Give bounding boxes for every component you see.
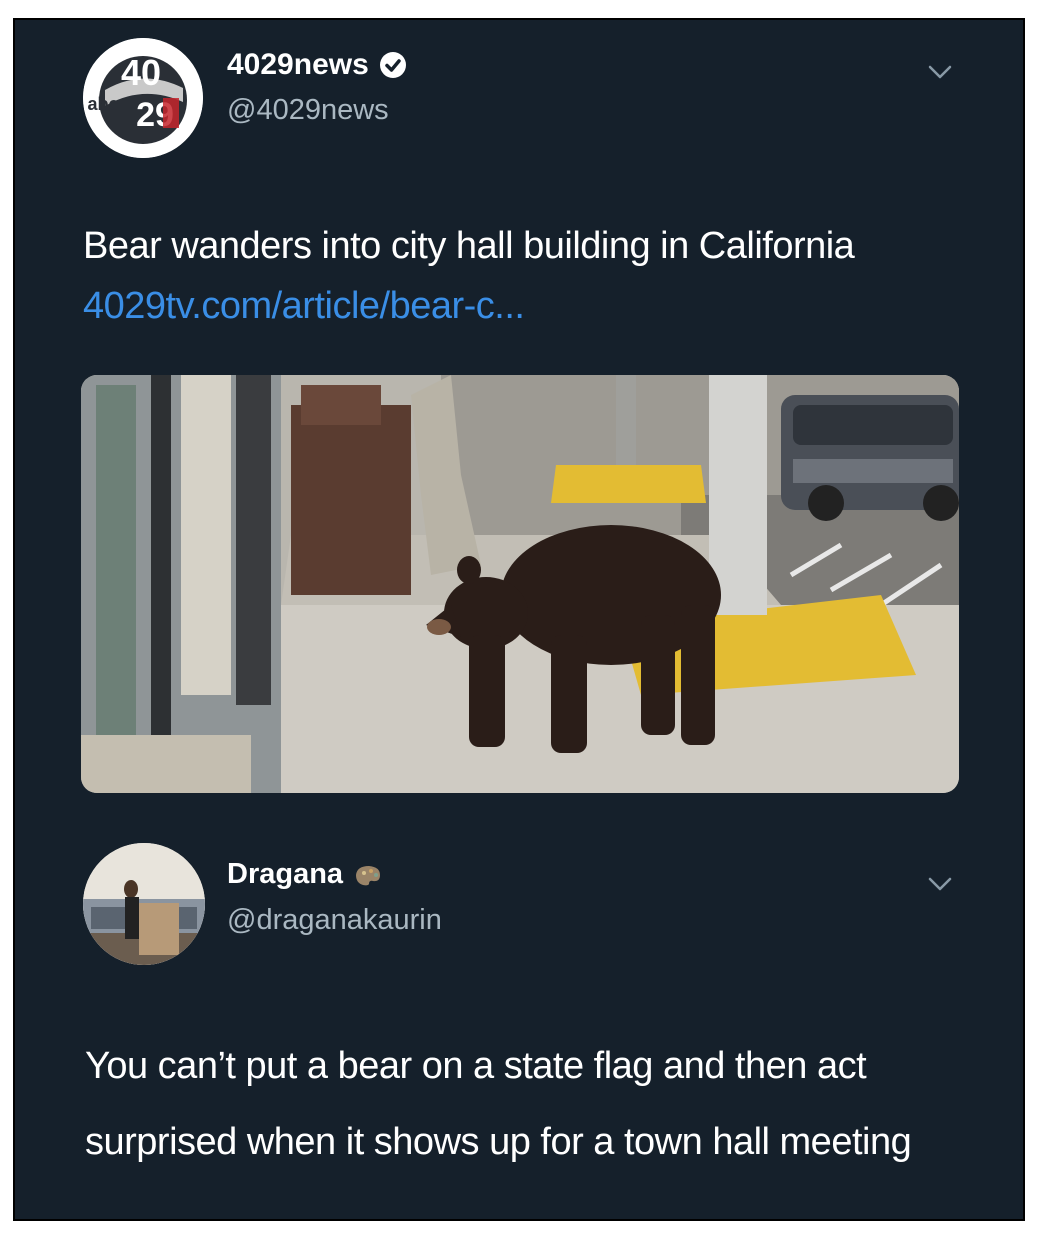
display-name-text: Dragana: [227, 858, 344, 890]
tweet-text: You can’t put a bear on a state flag and…: [85, 1045, 912, 1163]
avatar[interactable]: 40 29 abc: [83, 38, 203, 158]
screenshot-frame: 40 29 abc 4029news @4029news Bear wander…: [13, 18, 1025, 1221]
avatar[interactable]: [83, 843, 205, 965]
display-name-text: 4029news: [227, 48, 369, 81]
chevron-down-icon[interactable]: [927, 874, 953, 894]
logo-abc-text: abc: [87, 94, 118, 114]
display-name[interactable]: Dragana: [227, 858, 383, 891]
handle[interactable]: @draganakaurin: [227, 904, 442, 937]
article-link[interactable]: 4029tv.com/article/bear-c...: [83, 285, 525, 327]
display-name[interactable]: 4029news: [227, 48, 407, 82]
tweet-text-body: Bear wanders into city hall building in …: [83, 225, 855, 267]
paint-palette-icon: [356, 865, 381, 885]
tweet-dragana[interactable]: Dragana @draganakaurin You can’t put a b…: [15, 800, 1023, 1219]
chevron-down-icon[interactable]: [927, 62, 953, 82]
handle[interactable]: @4029news: [227, 94, 389, 127]
tweet-text: Bear wanders into city hall building in …: [83, 216, 963, 336]
bear-on-sidewalk-image: [81, 375, 959, 793]
abc-4029-logo-icon: 40 29 abc: [83, 38, 203, 158]
verified-badge-icon: [379, 52, 406, 78]
profile-photo-icon: [83, 843, 205, 965]
tweet-media[interactable]: [81, 375, 959, 793]
tweet-4029news[interactable]: 40 29 abc 4029news @4029news Bear wander…: [15, 20, 1023, 800]
logo-40-text: 40: [121, 52, 161, 93]
